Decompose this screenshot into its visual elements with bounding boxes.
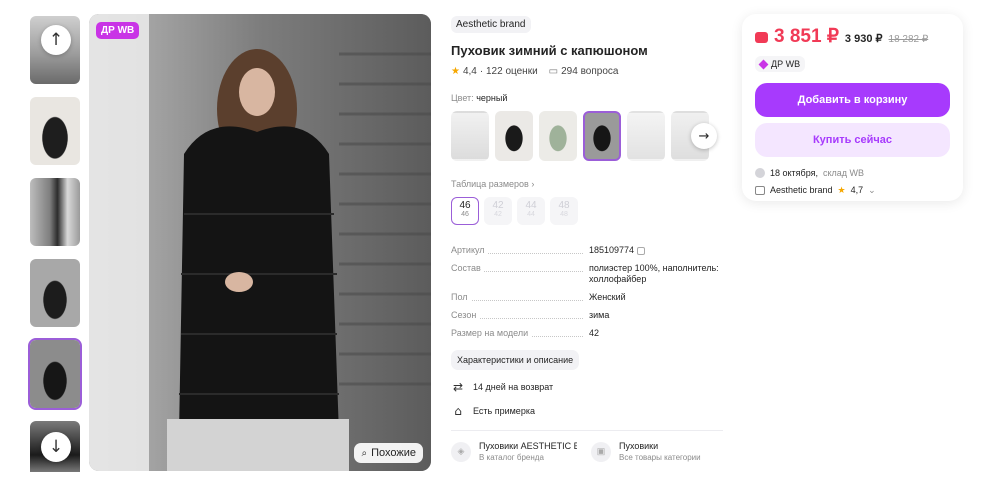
spec-row: Состав полиэстер 100%, наполнитель: холл… — [451, 263, 719, 284]
return-icon: ⇄ — [452, 380, 464, 394]
copy-icon[interactable] — [637, 246, 646, 255]
swatches-next-arrow-icon[interactable]: → — [691, 123, 717, 149]
size-option[interactable]: 44 44 — [517, 197, 545, 225]
thumbnail-5[interactable] — [28, 338, 82, 410]
questions-count[interactable]: 294 вопроса — [561, 66, 618, 77]
color-swatch-4[interactable] — [583, 111, 621, 161]
article-number: 185109774 — [589, 245, 635, 255]
characteristics-button[interactable]: Характеристики и описание — [451, 350, 580, 370]
reviews-count[interactable]: · 122 оценки — [480, 66, 538, 77]
spec-row: Пол Женский — [451, 292, 626, 302]
size-option[interactable]: 46 46 — [451, 197, 479, 225]
divider — [451, 430, 723, 431]
wallet-price: 3 851 ₽ — [774, 26, 839, 47]
store-icon — [755, 185, 765, 195]
similar-label: Похожие — [371, 447, 416, 459]
thumbnail-2[interactable] — [28, 95, 82, 167]
size-option[interactable]: 42 42 — [484, 197, 512, 225]
star-icon: ★ — [451, 66, 460, 77]
thumbnail-3[interactable] — [28, 176, 82, 248]
similar-button[interactable]: ⌕ Похожие — [354, 443, 423, 463]
buy-card: 3 851 ₽ 3 930 ₽ 18 282 ₽ ДР WB Добавить … — [742, 14, 963, 201]
star-icon: ★ — [837, 184, 846, 195]
delivery-date: 18 октября, — [770, 167, 818, 178]
color-swatches: → — [451, 111, 723, 161]
seller-info[interactable]: Aesthetic brand ★ 4,7 ⌄ — [755, 185, 950, 196]
diamond-icon — [758, 59, 769, 69]
chevron-down-icon[interactable]: ⌄ — [868, 185, 876, 196]
tag-icon: ◈ — [451, 441, 471, 462]
size-table-link[interactable]: Таблица размеров › — [451, 179, 723, 189]
add-to-cart-button[interactable]: Добавить в корзину — [755, 82, 950, 117]
color-label: Цвет: черный — [451, 93, 508, 103]
promo-badge: ДР WB — [96, 22, 140, 39]
product-title: Пуховик зимний с капюшоном — [451, 43, 648, 58]
thumbnails-up-arrow-icon[interactable]: ↑ — [41, 25, 71, 55]
rating-row: ★ 4,4 · 122 оценки ▭ 294 вопроса — [451, 66, 723, 77]
product-page: ↑ ↓ ДР WB ⌕ Похожие Aesthetic brand Пухо… — [0, 0, 984, 498]
old-price: 18 282 ₽ — [888, 34, 929, 45]
buy-now-button[interactable]: Купить сейчас — [755, 122, 950, 157]
feature-fitting: ⌂ Есть примерка — [451, 404, 723, 418]
size-option[interactable]: 48 48 — [550, 197, 578, 225]
wallet-icon — [755, 32, 768, 43]
color-swatch-1[interactable] — [451, 111, 489, 161]
feature-return: ⇄ 14 дней на возврат — [452, 380, 554, 394]
color-swatch-5[interactable] — [627, 111, 665, 161]
category-link[interactable]: ▣ Пуховики Все товары категории — [591, 441, 723, 462]
spec-row: Сезон зима — [451, 310, 610, 320]
coat-photo-illustration — [89, 14, 431, 471]
spec-row: Артикул 185109774 — [451, 245, 723, 256]
brand-link[interactable]: Aesthetic brand — [451, 16, 531, 33]
color-swatch-3[interactable] — [539, 111, 577, 161]
regular-price: 3 930 ₽ — [844, 33, 883, 45]
price-row: 3 851 ₽ 3 930 ₽ 18 282 ₽ — [755, 25, 950, 48]
thumbnails-down-arrow-icon[interactable]: ↓ — [41, 432, 71, 462]
category-links: ◈ Пуховики AESTHETIC BRAND В каталог бре… — [451, 441, 723, 462]
main-product-image[interactable]: ДР WB ⌕ Похожие — [89, 14, 431, 471]
color-value: черный — [476, 93, 508, 103]
spec-row: Размер на модели 42 — [451, 328, 600, 338]
questions-icon: ▭ — [548, 66, 559, 77]
seller-name[interactable]: Aesthetic brand — [770, 185, 833, 195]
thumbnail-4[interactable] — [28, 257, 82, 329]
brand-catalog-link[interactable]: ◈ Пуховики AESTHETIC BRAND В каталог бре… — [451, 441, 583, 462]
clock-icon — [755, 167, 765, 178]
specs-list: Артикул 185109774 Состав полиэстер 100%,… — [451, 245, 723, 339]
rating-value[interactable]: 4,4 — [463, 66, 477, 77]
size-selector: 46 46 42 42 44 44 48 48 — [451, 197, 723, 225]
image-search-icon: ⌕ — [361, 447, 368, 459]
delivery-info: 18 октября, склад WB — [755, 167, 950, 178]
thumbnail-strip — [28, 14, 84, 472]
box-icon: ▣ — [591, 441, 611, 462]
dr-badge: ДР WB — [755, 56, 806, 72]
seller-rating: 4,7 — [850, 185, 864, 195]
hanger-icon: ⌂ — [454, 404, 462, 418]
color-swatch-2[interactable] — [495, 111, 533, 161]
delivery-warehouse: склад WB — [822, 167, 865, 178]
product-info: Aesthetic brand Пуховик зимний с капюшон… — [451, 14, 723, 462]
